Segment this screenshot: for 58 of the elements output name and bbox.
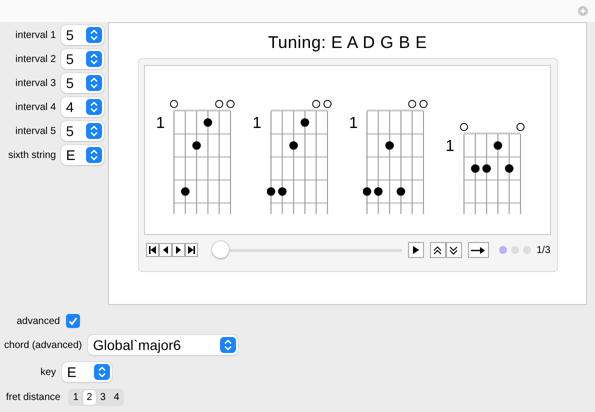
fret-number: 1	[252, 114, 262, 132]
faster-button[interactable]	[430, 242, 446, 258]
key-dropdown[interactable]: E	[62, 362, 112, 382]
stepper-icon	[86, 27, 102, 43]
stepper-icon	[220, 337, 236, 353]
double-chevron-up-icon	[433, 246, 442, 254]
fret-number: 1	[446, 138, 456, 156]
control-label: interval 4	[15, 102, 56, 112]
slower-button[interactable]	[446, 242, 462, 258]
skip-to-end-icon	[188, 246, 194, 254]
slider-thumb[interactable]	[212, 241, 228, 258]
control-label: fret distance	[5, 392, 62, 403]
fret-distance-option[interactable]: 4	[110, 390, 124, 405]
advanced-checkbox[interactable]	[66, 314, 80, 328]
play-icon	[412, 246, 418, 254]
control-label: interval 5	[15, 126, 56, 136]
play-button[interactable]	[408, 242, 424, 258]
fret-number: 1	[156, 114, 166, 132]
tuning-title: Tuning: E A D G B E	[268, 33, 428, 53]
stepper-icon	[86, 123, 102, 139]
dropdown[interactable]: E	[61, 145, 104, 165]
dropdown[interactable]: 5	[61, 25, 104, 45]
control-label: sixth string	[8, 150, 56, 160]
fret-distance-option[interactable]: 1	[69, 390, 83, 405]
right-arrow-icon	[471, 246, 485, 254]
control-label: key	[39, 366, 56, 378]
control-label: interval 2	[15, 54, 56, 64]
first-frame-button[interactable]	[146, 243, 158, 257]
control-label: interval 1	[15, 30, 56, 40]
page-dot[interactable]	[510, 246, 518, 254]
step-back-icon	[162, 246, 168, 254]
page-dot[interactable]	[498, 246, 506, 254]
stepper-icon	[86, 99, 102, 115]
fret-distance-option[interactable]: 3	[96, 390, 110, 405]
direction-button[interactable]	[468, 242, 488, 258]
fret-distance-option[interactable]: 2	[82, 390, 96, 405]
last-frame-button[interactable]	[184, 243, 198, 257]
chord-dropdown[interactable]: Global`major6	[88, 335, 238, 355]
stepper-icon	[86, 75, 102, 91]
stepper-icon	[94, 364, 110, 380]
control-label: interval 3	[15, 78, 56, 88]
page-dot[interactable]	[522, 246, 530, 254]
double-chevron-down-icon	[449, 246, 458, 254]
dropdown[interactable]: 5	[61, 49, 104, 69]
control-label: advanced	[16, 316, 60, 326]
frame-counter: 1/3	[536, 244, 550, 256]
skip-to-start-icon	[148, 246, 156, 254]
dropdown[interactable]: 4	[61, 97, 104, 117]
fret-number: 1	[349, 114, 359, 132]
previous-frame-button[interactable]	[158, 243, 172, 257]
stepper-icon	[86, 147, 102, 163]
stepper-icon	[86, 51, 102, 67]
next-frame-button[interactable]	[172, 243, 184, 257]
step-forward-icon	[176, 246, 180, 254]
control-label: chord (advanced)	[3, 340, 82, 350]
dropdown[interactable]: 5	[61, 73, 104, 93]
fret-grid	[463, 132, 520, 204]
dropdown[interactable]: 5	[61, 121, 104, 141]
